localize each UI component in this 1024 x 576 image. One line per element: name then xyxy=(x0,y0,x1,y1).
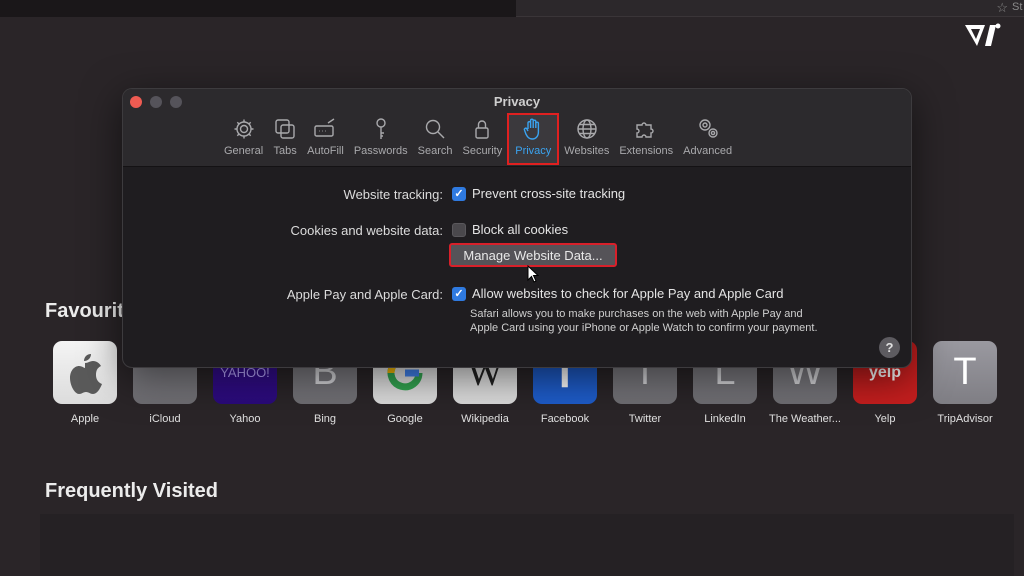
tab-general[interactable]: General xyxy=(219,113,268,165)
tab-bar-left xyxy=(0,0,516,17)
apple-pay-option[interactable]: ✓ Allow websites to check for Apple Pay … xyxy=(452,286,783,301)
favourite-label: Facebook xyxy=(540,413,590,425)
favourite-label: Apple xyxy=(70,413,100,425)
frequently-visited-heading: Frequently Visited xyxy=(45,480,219,502)
tab-label: Advanced xyxy=(683,145,733,157)
preferences-toolbar: Privacy General Tabs AutoFill Passwords … xyxy=(123,89,911,167)
cookies-label: Cookies and website data: xyxy=(290,223,443,238)
favourite-tripadvisor[interactable]: T TripAdvisor xyxy=(925,341,1005,426)
tab-extensions[interactable]: Extensions xyxy=(614,113,678,165)
preferences-tabs: General Tabs AutoFill Passwords Search S… xyxy=(219,113,737,165)
top-right-text: St xyxy=(1012,1,1023,13)
favourite-label: Bing xyxy=(313,413,337,425)
favourite-label: LinkedIn xyxy=(704,413,746,425)
lock-icon xyxy=(475,120,490,139)
favourite-label: The Weather... xyxy=(769,413,841,425)
tab-privacy[interactable]: Privacy xyxy=(507,113,560,165)
vi-logo-icon xyxy=(965,23,1001,46)
frequently-visited-panel xyxy=(40,514,1014,576)
globe-icon xyxy=(577,119,597,139)
tabs-icon xyxy=(275,119,295,139)
tab-label: Security xyxy=(462,145,503,157)
apple-logo-icon xyxy=(53,341,117,404)
tab-bar-right: ☆ St xyxy=(516,0,1024,17)
window-title: Privacy xyxy=(493,94,541,109)
favourite-label: TripAdvisor xyxy=(937,413,993,425)
tab-label: Extensions xyxy=(619,145,674,157)
mouse-pointer-icon xyxy=(527,265,539,283)
tab-label: Passwords xyxy=(353,145,408,157)
favourite-label: Wikipedia xyxy=(461,413,509,425)
tab-passwords[interactable]: Passwords xyxy=(349,113,413,165)
key-icon xyxy=(376,118,386,139)
favourite-label: Twitter xyxy=(628,413,662,425)
gears-icon xyxy=(698,119,718,138)
tab-tabs[interactable]: Tabs xyxy=(268,113,302,165)
tripadvisor-icon: T xyxy=(933,341,997,404)
tab-label: Websites xyxy=(564,145,610,157)
apple-pay-description: Safari allows you to make purchases on t… xyxy=(470,308,818,334)
gear-icon xyxy=(234,119,254,139)
tab-advanced[interactable]: Advanced xyxy=(678,113,737,165)
apple-pay-label: Apple Pay and Apple Card: xyxy=(286,287,443,302)
tab-search[interactable]: Search xyxy=(413,113,458,165)
manage-website-data-button[interactable]: Manage Website Data... xyxy=(449,243,617,267)
apple-pay-checkbox[interactable]: ✓ xyxy=(452,286,466,301)
prevent-tracking-text: Prevent cross-site tracking xyxy=(472,186,626,201)
hand-icon xyxy=(523,118,540,140)
favourite-label: Google xyxy=(387,413,423,425)
tab-websites[interactable]: Websites xyxy=(559,113,614,165)
block-cookies-text: Block all cookies xyxy=(472,222,569,237)
star-icon[interactable]: ☆ xyxy=(996,0,1008,16)
tab-label: Privacy xyxy=(515,145,552,157)
favourite-label: Yelp xyxy=(874,413,896,425)
tab-label: AutoFill xyxy=(307,145,344,157)
puzzle-icon xyxy=(636,122,654,138)
favourite-label: Yahoo xyxy=(229,413,261,425)
prevent-tracking-checkbox[interactable]: ✓ xyxy=(452,186,466,201)
website-tracking-label: Website tracking: xyxy=(343,187,443,202)
block-cookies-checkbox[interactable] xyxy=(452,222,466,237)
block-cookies-option[interactable]: Block all cookies xyxy=(452,222,568,237)
tab-autofill[interactable]: AutoFill xyxy=(302,113,349,165)
autofill-icon xyxy=(314,118,335,137)
favourite-label: iCloud xyxy=(149,413,181,425)
tab-label: General xyxy=(224,145,264,157)
apple-pay-text: Allow websites to check for Apple Pay an… xyxy=(472,286,784,301)
privacy-preferences-window: Privacy General Tabs AutoFill Passwords … xyxy=(122,88,912,368)
tab-label: Search xyxy=(417,145,453,157)
tab-label: Tabs xyxy=(273,145,297,157)
help-button[interactable]: ? xyxy=(879,337,900,358)
search-icon xyxy=(425,119,445,139)
favourite-apple[interactable]: Apple xyxy=(45,341,125,426)
tab-security[interactable]: Security xyxy=(457,113,507,165)
prevent-tracking-option[interactable]: ✓ Prevent cross-site tracking xyxy=(452,186,625,201)
